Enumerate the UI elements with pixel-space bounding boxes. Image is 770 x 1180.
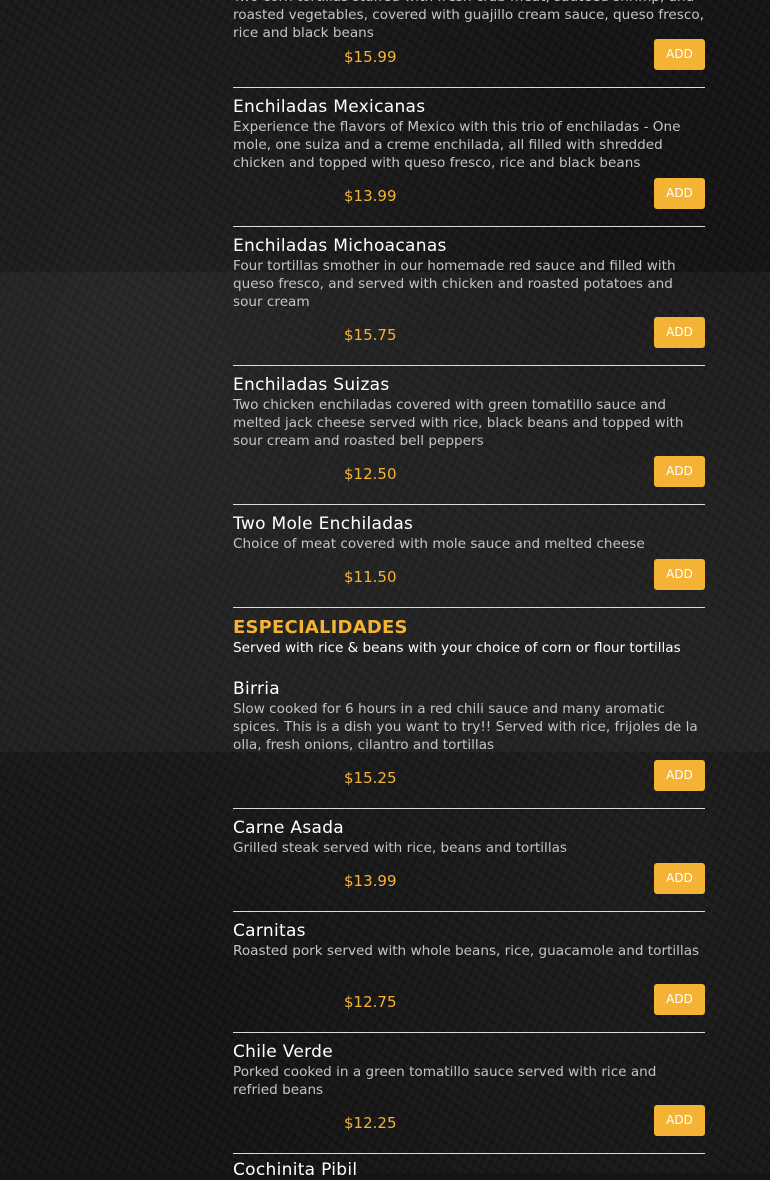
add-button[interactable]: ADD <box>654 39 705 70</box>
item-price: $13.99 <box>344 872 397 890</box>
item-price: $15.99 <box>344 48 397 66</box>
item-description: Two chicken enchiladas covered with gree… <box>233 397 684 449</box>
item-name: Cochinita Pibil <box>233 1160 358 1180</box>
item-price: $12.75 <box>344 993 397 1011</box>
item-name: Enchiladas Suizas <box>233 375 390 395</box>
item-divider <box>233 504 705 505</box>
item-price: $12.50 <box>344 465 397 483</box>
menu-item-seafood-enchiladas: Two corn tortillas stuffed with fresh cr… <box>233 0 705 42</box>
item-price: $15.75 <box>344 326 397 344</box>
item-divider <box>233 607 705 608</box>
add-button[interactable]: ADD <box>654 863 705 894</box>
item-divider <box>233 911 705 912</box>
add-button[interactable]: ADD <box>654 317 705 348</box>
item-description: Four tortillas smother in our homemade r… <box>233 258 676 310</box>
item-divider <box>233 226 705 227</box>
item-price: $11.50 <box>344 568 397 586</box>
section-subtitle: Served with rice & beans with your choic… <box>233 640 681 656</box>
item-name: Enchiladas Michoacanas <box>233 236 447 256</box>
item-name: Chile Verde <box>233 1042 333 1062</box>
item-description: Porked cooked in a green tomatillo sauce… <box>233 1064 657 1098</box>
item-divider <box>233 808 705 809</box>
add-button[interactable]: ADD <box>654 1105 705 1136</box>
section-title: ESPECIALIDADES <box>233 617 408 638</box>
item-price: $15.25 <box>344 769 397 787</box>
item-description: Experience the flavors of Mexico with th… <box>233 119 681 171</box>
add-button[interactable]: ADD <box>654 984 705 1015</box>
add-button[interactable]: ADD <box>654 559 705 590</box>
item-divider <box>233 1153 705 1154</box>
add-button[interactable]: ADD <box>654 456 705 487</box>
item-name: Carne Asada <box>233 818 345 838</box>
item-name: Birria <box>233 679 281 699</box>
item-description: Two corn tortillas stuffed with fresh cr… <box>233 0 704 41</box>
item-divider <box>233 87 705 88</box>
item-description: Choice of meat covered with mole sauce a… <box>233 536 645 552</box>
item-divider <box>233 365 705 366</box>
item-price: $12.25 <box>344 1114 397 1132</box>
item-description: Slow cooked for 6 hours in a red chili s… <box>233 701 698 753</box>
item-description: Roasted pork served with whole beans, ri… <box>233 943 700 959</box>
item-price: $13.99 <box>344 187 397 205</box>
add-button[interactable]: ADD <box>654 760 705 791</box>
item-name: Carnitas <box>233 921 306 941</box>
item-divider <box>233 1032 705 1033</box>
item-name: Enchiladas Mexicanas <box>233 97 426 117</box>
add-button[interactable]: ADD <box>654 178 705 209</box>
item-name: Two Mole Enchiladas <box>233 514 414 534</box>
item-description: Grilled steak served with rice, beans an… <box>233 840 568 856</box>
